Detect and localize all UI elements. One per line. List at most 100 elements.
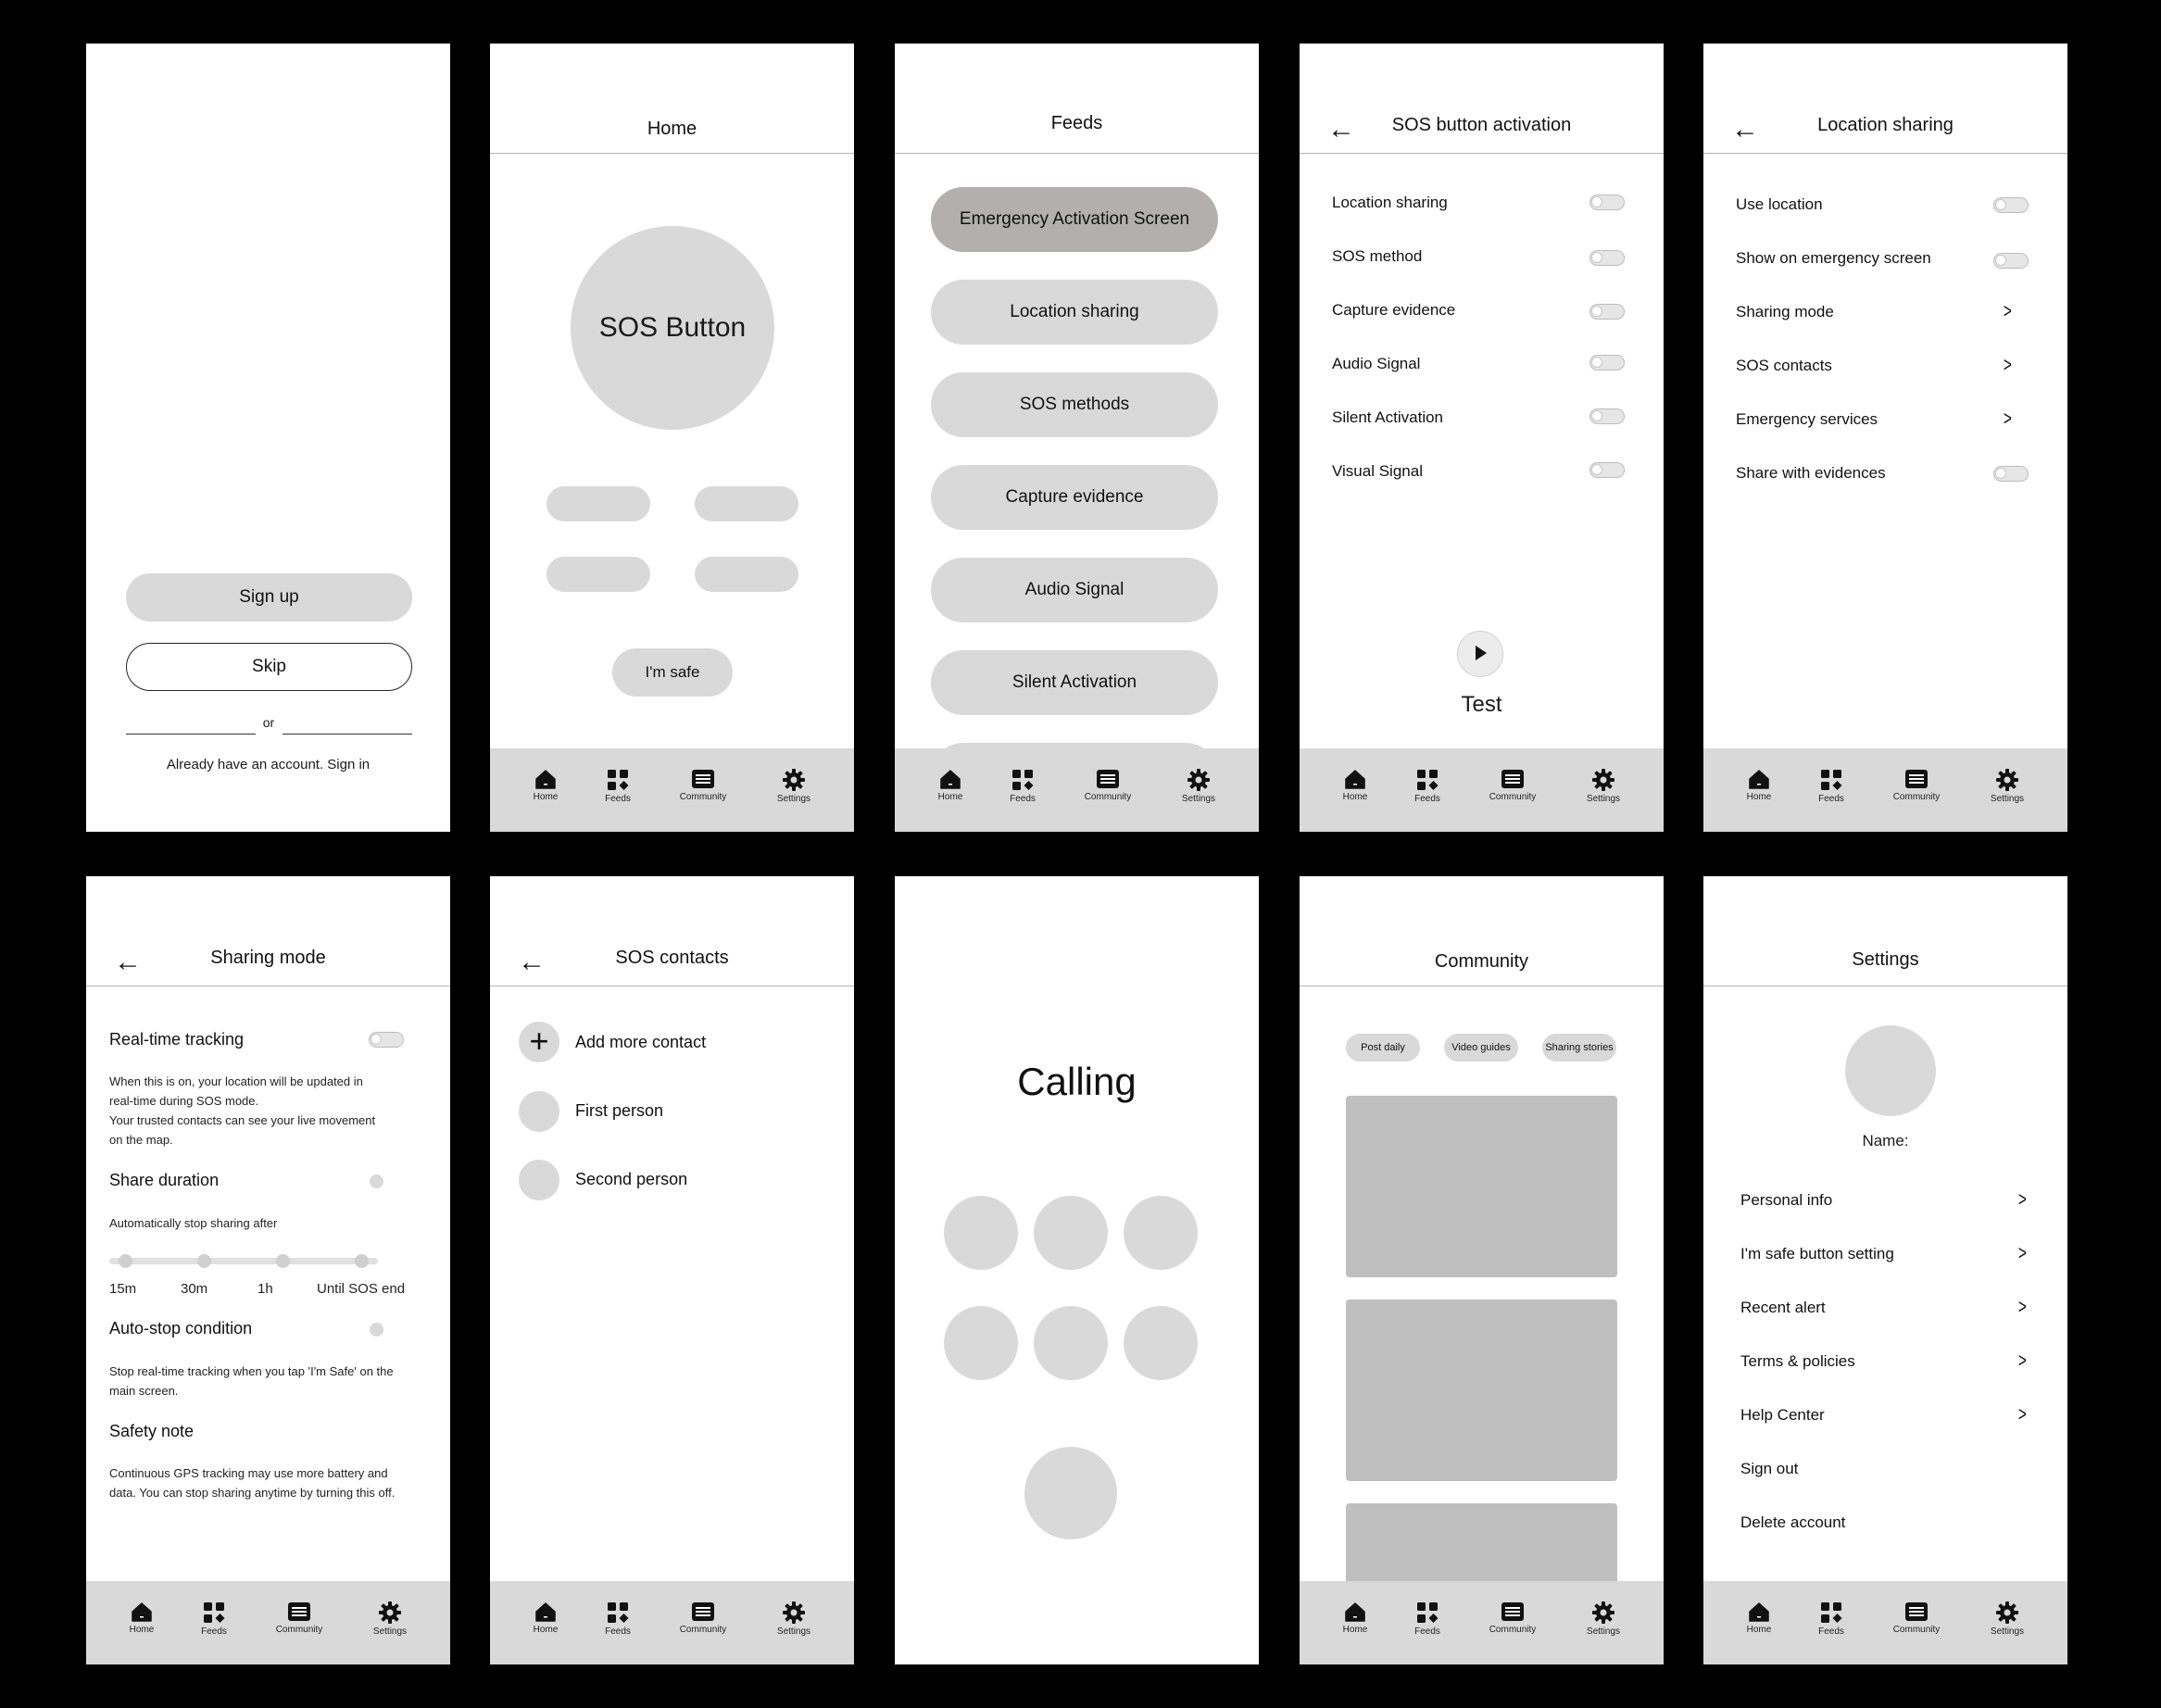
nav-community[interactable]: Community	[661, 1601, 745, 1635]
end-call-button[interactable]	[1024, 1447, 1117, 1539]
nav-home[interactable]: Home	[100, 1601, 183, 1635]
settings-personal-info[interactable]: Personal info	[1740, 1191, 1832, 1210]
nav-feeds[interactable]: Feeds	[1386, 769, 1469, 804]
toggle-share-with-evidences[interactable]	[1993, 466, 2029, 482]
feed-audio-signal[interactable]: Audio Signal	[931, 558, 1218, 622]
nav-home[interactable]: Home	[1717, 1601, 1801, 1635]
settings-help-center[interactable]: Help Center	[1740, 1406, 1825, 1425]
nav-community[interactable]: Community	[1875, 769, 1958, 802]
avatar[interactable]	[1845, 1025, 1936, 1116]
chevron-right-icon[interactable]: >	[2004, 407, 2012, 431]
nav-feeds[interactable]: Feeds	[1790, 769, 1873, 804]
quick-action-3[interactable]	[547, 557, 650, 592]
nav-settings[interactable]: Settings	[1562, 1601, 1645, 1637]
chevron-right-icon[interactable]: >	[2018, 1295, 2027, 1319]
sign-in-link[interactable]: Already have an account. Sign in	[86, 757, 450, 772]
skip-button[interactable]: Skip	[126, 643, 412, 691]
toggle-location-sharing[interactable]	[1589, 195, 1625, 210]
post-card-2[interactable]	[1346, 1300, 1617, 1481]
toggle-silent-activation[interactable]	[1589, 408, 1625, 424]
contact-first-person[interactable]: First person	[575, 1101, 663, 1121]
nav-home[interactable]: Home	[1717, 769, 1801, 802]
call-action-4[interactable]	[944, 1306, 1018, 1380]
nav-community[interactable]: Community	[1066, 769, 1150, 802]
nav-community[interactable]: Community	[1471, 769, 1554, 802]
chip-sharing-stories[interactable]: Sharing stories	[1542, 1034, 1616, 1061]
nav-community[interactable]: Community	[661, 769, 745, 802]
im-safe-button[interactable]: I'm safe	[612, 648, 733, 697]
row-sharing-mode[interactable]: Sharing mode	[1736, 303, 1834, 321]
nav-home[interactable]: Home	[1313, 769, 1397, 802]
call-action-3[interactable]	[1124, 1196, 1198, 1270]
chevron-right-icon[interactable]: >	[2018, 1241, 2027, 1265]
settings-recent-alert[interactable]: Recent alert	[1740, 1299, 1826, 1317]
quick-action-2[interactable]	[695, 486, 798, 521]
feed-silent-activation[interactable]: Silent Activation	[931, 650, 1218, 715]
nav-community[interactable]: Community	[258, 1601, 341, 1635]
slider-stop-15m[interactable]	[119, 1254, 132, 1268]
sign-up-button[interactable]: Sign up	[126, 573, 412, 622]
chip-post-daily[interactable]: Post daily	[1346, 1034, 1420, 1061]
auto-stop-indicator[interactable]	[370, 1323, 383, 1337]
slider-stop-until-sos-end[interactable]	[355, 1254, 369, 1268]
quick-action-4[interactable]	[695, 557, 798, 592]
nav-community[interactable]: Community	[1875, 1601, 1958, 1635]
post-card-1[interactable]	[1346, 1096, 1617, 1277]
call-action-1[interactable]	[944, 1196, 1018, 1270]
toggle-audio-signal[interactable]	[1589, 355, 1625, 370]
add-contact-label[interactable]: Add more contact	[575, 1033, 706, 1052]
chip-video-guides[interactable]: Video guides	[1444, 1034, 1518, 1061]
nav-settings[interactable]: Settings	[348, 1601, 432, 1637]
nav-feeds[interactable]: Feeds	[1386, 1601, 1469, 1637]
row-emergency-services[interactable]: Emergency services	[1736, 410, 1878, 429]
settings-terms-policies[interactable]: Terms & policies	[1740, 1352, 1855, 1371]
sos-button[interactable]: SOS Button	[571, 226, 774, 430]
contact-second-person[interactable]: Second person	[575, 1170, 687, 1189]
chevron-right-icon[interactable]: >	[2018, 1349, 2027, 1373]
feed-capture-evidence[interactable]: Capture evidence	[931, 465, 1218, 530]
nav-settings[interactable]: Settings	[1562, 769, 1645, 804]
row-sos-contacts[interactable]: SOS contacts	[1736, 357, 1832, 375]
slider-stop-1h[interactable]	[276, 1254, 290, 1268]
settings-im-safe-button[interactable]: I'm safe button setting	[1740, 1245, 1894, 1263]
duration-slider-track[interactable]	[109, 1258, 378, 1264]
nav-home[interactable]: Home	[1313, 1601, 1397, 1635]
feed-sos-methods[interactable]: SOS methods	[931, 372, 1218, 437]
slider-stop-30m[interactable]	[197, 1254, 211, 1268]
toggle-use-location[interactable]	[1993, 197, 2029, 213]
chevron-right-icon[interactable]: >	[2004, 353, 2012, 377]
chevron-right-icon[interactable]: >	[2018, 1187, 2027, 1212]
call-action-2[interactable]	[1034, 1196, 1108, 1270]
nav-settings[interactable]: Settings	[1966, 1601, 2049, 1637]
nav-settings[interactable]: Settings	[752, 1601, 836, 1637]
settings-sign-out[interactable]: Sign out	[1740, 1460, 1798, 1478]
call-action-6[interactable]	[1124, 1306, 1198, 1380]
quick-action-1[interactable]	[547, 486, 650, 521]
nav-home[interactable]: Home	[909, 769, 992, 802]
chevron-right-icon[interactable]: >	[2004, 299, 2012, 323]
toggle-show-on-emergency[interactable]	[1993, 253, 2029, 269]
play-button[interactable]	[1457, 631, 1503, 677]
feed-location-sharing[interactable]: Location sharing	[931, 280, 1218, 345]
toggle-visual-signal[interactable]	[1589, 462, 1625, 478]
nav-feeds[interactable]: Feeds	[172, 1601, 256, 1637]
nav-home[interactable]: Home	[504, 1601, 587, 1635]
share-duration-indicator[interactable]	[370, 1174, 383, 1188]
toggle-realtime-tracking[interactable]	[369, 1032, 404, 1048]
add-contact-button[interactable]: +	[519, 1022, 559, 1062]
settings-delete-account[interactable]: Delete account	[1740, 1513, 1845, 1532]
nav-feeds[interactable]: Feeds	[1790, 1601, 1873, 1637]
nav-home[interactable]: Home	[504, 769, 587, 802]
toggle-sos-method[interactable]	[1589, 250, 1625, 266]
nav-settings[interactable]: Settings	[1966, 769, 2049, 804]
chevron-right-icon[interactable]: >	[2018, 1402, 2027, 1426]
nav-feeds[interactable]: Feeds	[576, 1601, 660, 1637]
toggle-capture-evidence[interactable]	[1589, 304, 1625, 320]
nav-settings[interactable]: Settings	[1157, 769, 1240, 804]
nav-community[interactable]: Community	[1471, 1601, 1554, 1635]
call-action-5[interactable]	[1034, 1306, 1108, 1380]
feed-emergency-activation[interactable]: Emergency Activation Screen	[931, 187, 1218, 252]
nav-feeds[interactable]: Feeds	[576, 769, 660, 804]
nav-settings[interactable]: Settings	[752, 769, 836, 804]
nav-feeds[interactable]: Feeds	[981, 769, 1064, 804]
